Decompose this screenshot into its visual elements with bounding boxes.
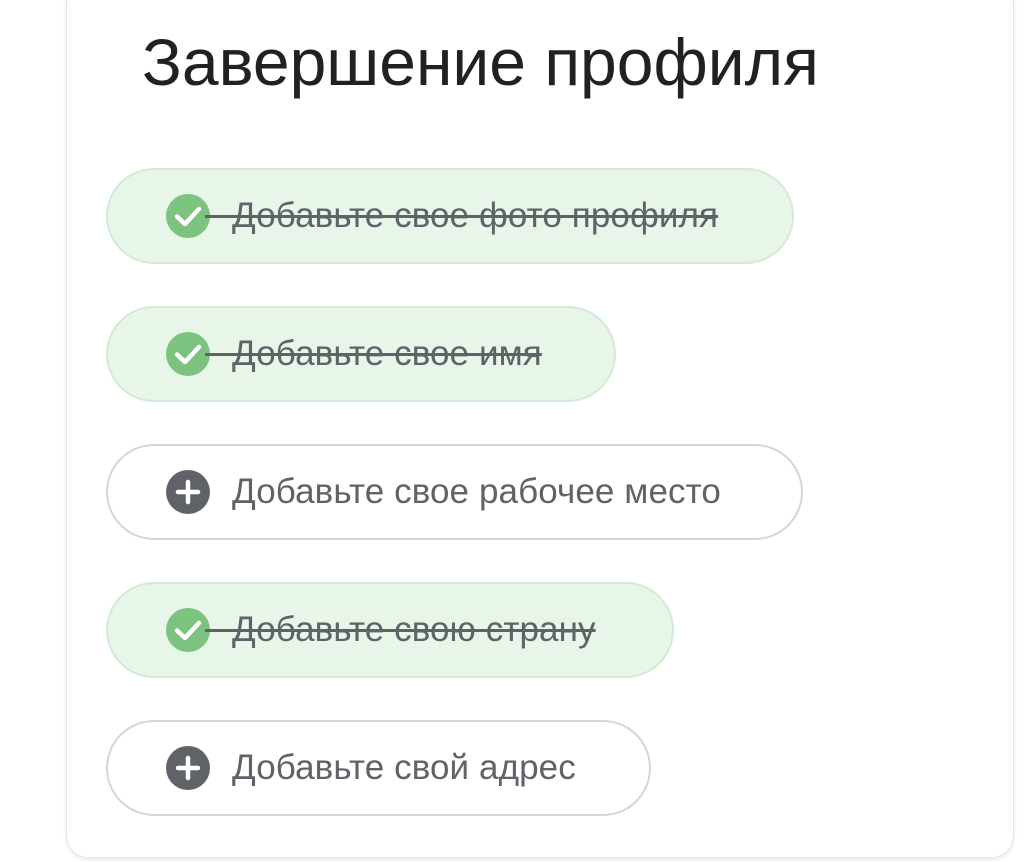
plus-circle-icon (166, 746, 210, 790)
task-add-country[interactable]: Добавьте свою страну (106, 582, 674, 678)
check-circle-icon (166, 608, 210, 652)
task-add-address[interactable]: Добавьте свой адрес (106, 720, 651, 816)
task-label: Добавьте свое фото профиля (232, 196, 719, 235)
task-label: Добавьте свой адрес (232, 748, 576, 787)
strike-line (205, 629, 235, 632)
check-circle-icon (166, 332, 210, 376)
plus-circle-icon (166, 470, 210, 514)
strike-line (205, 215, 235, 218)
task-add-workplace[interactable]: Добавьте свое рабочее место (106, 444, 803, 540)
check-circle-icon (166, 194, 210, 238)
task-add-name[interactable]: Добавьте свое имя (106, 306, 616, 402)
task-label: Добавьте свое имя (232, 334, 542, 373)
task-label: Добавьте свою страну (232, 610, 596, 649)
page-title: Завершение профиля (142, 25, 819, 99)
task-label: Добавьте свое рабочее место (232, 472, 721, 511)
strike-line (205, 353, 235, 356)
